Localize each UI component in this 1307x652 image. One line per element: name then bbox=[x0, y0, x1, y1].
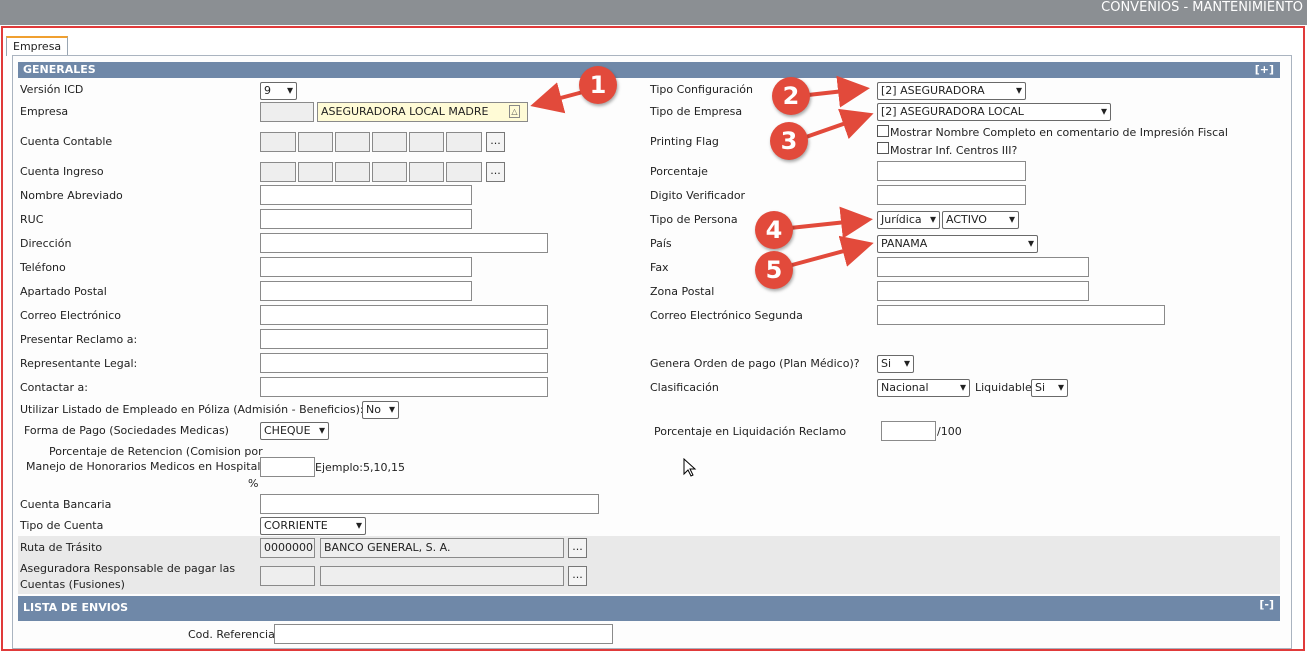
annotation-arrows bbox=[530, 75, 874, 267]
annotation-arrow-2 bbox=[807, 75, 870, 108]
annotation-arrow-3 bbox=[805, 108, 874, 140]
annotation-badge-2: 2 bbox=[772, 77, 810, 115]
annotation-badge-4: 4 bbox=[755, 211, 793, 249]
annotation-arrow-5 bbox=[791, 235, 874, 267]
annotation-arrow-1 bbox=[530, 82, 584, 114]
annotation-arrow-4 bbox=[789, 206, 873, 239]
annotation-badge-5: 5 bbox=[755, 251, 793, 289]
annotation-badge-3: 3 bbox=[770, 122, 808, 160]
annotation-badge-1: 1 bbox=[579, 66, 617, 104]
